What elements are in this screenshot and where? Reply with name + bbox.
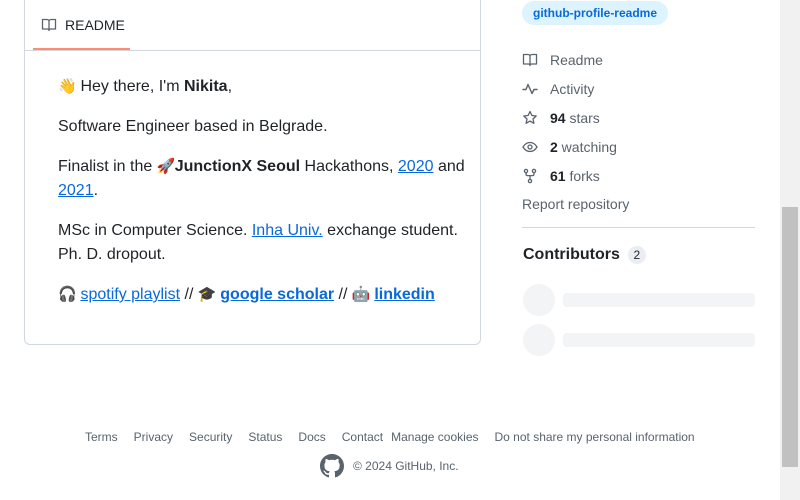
footer-link-manage-cookies[interactable]: Manage cookies [391, 430, 478, 444]
fork-icon [523, 168, 537, 183]
role-line: Software Engineer based in Belgrade. [58, 118, 328, 135]
eye-icon [522, 141, 538, 152]
repo-meta-list: Readme Activity 94 stars 2 watching 61 f… [522, 45, 757, 219]
wave-emoji: 👋 [58, 78, 77, 95]
event-name: JunctionX Seoul [174, 158, 301, 175]
footer-bottom: © 2024 GitHub, Inc. [320, 454, 459, 478]
scrollbar-thumb[interactable] [782, 207, 798, 467]
readme-tab[interactable]: README [33, 1, 130, 50]
greeting-line: 👋 Hey there, I'm Nikita, [58, 75, 468, 99]
sidebar-divider [522, 227, 755, 228]
links-line: 🎧 spotify playlist // 🎓 google scholar /… [58, 283, 468, 307]
contributor-skeleton [523, 324, 756, 356]
contributor-skeleton [523, 284, 756, 316]
linkedin-link[interactable]: linkedin [374, 286, 434, 303]
avatar-placeholder [523, 284, 555, 316]
spotify-link[interactable]: spotify playlist [80, 286, 180, 303]
finalist-line: Finalist in the 🚀JunctionX Seoul Hackath… [58, 155, 468, 203]
report-repository-link[interactable]: Report repository [522, 190, 757, 219]
sidebar-item-watching[interactable]: 2 watching [522, 132, 757, 161]
contributors-heading[interactable]: Contributors 2 [523, 246, 646, 264]
readme-content: 👋 Hey there, I'm Nikita, Software Engine… [58, 75, 468, 323]
readme-header: README [25, 1, 480, 51]
footer-link-contact[interactable]: Contact [342, 430, 383, 444]
phd-text: Ph. D. dropout. [58, 246, 166, 263]
avatar-placeholder [523, 324, 555, 356]
sidebar-item-readme[interactable]: Readme [522, 45, 757, 74]
footer-links: Terms Privacy Security Status Docs Conta… [85, 430, 695, 444]
footer-link-status[interactable]: Status [248, 430, 282, 444]
rocket-emoji: 🚀 [156, 158, 176, 175]
topic-tag[interactable]: github-profile-readme [522, 1, 669, 25]
name-placeholder [563, 293, 755, 307]
footer-link-docs[interactable]: Docs [298, 430, 325, 444]
sidebar-item-forks[interactable]: 61 forks [522, 161, 757, 190]
google-scholar-link[interactable]: google scholar [220, 286, 334, 303]
footer-link-privacy[interactable]: Privacy [134, 430, 173, 444]
headphones-emoji: 🎧 [58, 286, 77, 303]
watching-count: 2 [550, 138, 558, 155]
readme-card: README 👋 Hey there, I'm Nikita, Software… [24, 0, 481, 345]
footer-link-do-not-share[interactable]: Do not share my personal information [495, 430, 695, 444]
link-2021[interactable]: 2021 [58, 182, 94, 199]
pulse-icon [522, 83, 538, 94]
graduation-cap-emoji: 🎓 [197, 286, 217, 303]
stars-count: 94 [550, 109, 566, 126]
copyright-text: © 2024 GitHub, Inc. [353, 459, 459, 473]
footer-link-security[interactable]: Security [189, 430, 232, 444]
sidebar-item-activity[interactable]: Activity [522, 74, 757, 103]
robot-emoji: 🤖 [351, 286, 371, 303]
link-2020[interactable]: 2020 [398, 158, 434, 175]
scrollbar-track[interactable] [780, 0, 800, 500]
inha-univ-link[interactable]: Inha Univ. [252, 222, 323, 239]
github-logo-icon[interactable] [320, 454, 344, 478]
book-icon [41, 18, 57, 31]
readme-tab-label: README [65, 16, 125, 33]
sidebar-item-stars[interactable]: 94 stars [522, 103, 757, 132]
education-line: MSc in Computer Science. Inha Univ. exch… [58, 222, 458, 263]
book-icon [522, 53, 538, 66]
star-icon [523, 110, 537, 124]
contributors-counter: 2 [627, 246, 646, 264]
forks-count: 61 [550, 167, 566, 184]
name-placeholder [563, 333, 755, 347]
footer-link-terms[interactable]: Terms [85, 430, 118, 444]
author-name: Nikita [183, 78, 228, 95]
